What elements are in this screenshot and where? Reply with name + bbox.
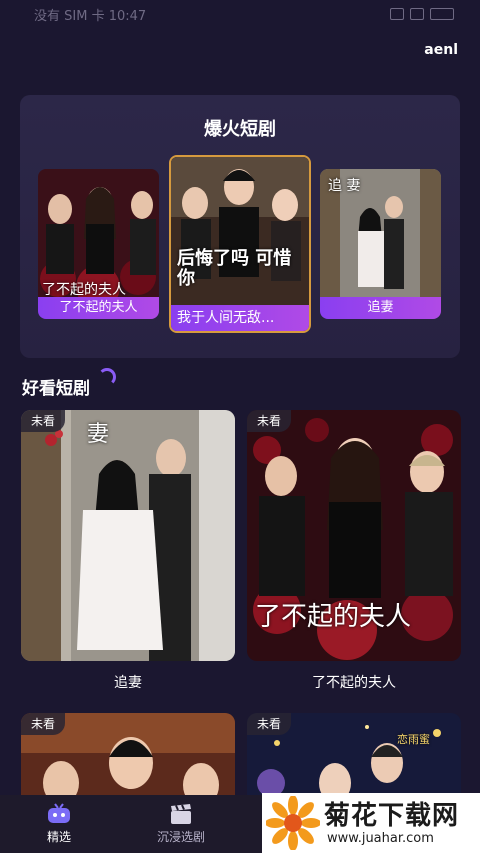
watermark-url: www.juahar.com <box>327 830 434 846</box>
unwatched-badge: 未看 <box>21 713 66 735</box>
drama-caption[interactable]: 了不起的夫人 <box>247 672 461 692</box>
hot-card-label: 了不起的夫人 <box>38 297 159 319</box>
drama-caption[interactable]: 追妻 <box>21 672 235 692</box>
hot-dramas-title: 爆火短剧 <box>204 119 276 140</box>
user-name[interactable]: aenl <box>424 42 458 58</box>
poster-image <box>21 410 235 661</box>
poster-title: 妻 <box>87 422 110 447</box>
hot-card-right[interactable]: 追 妻 追妻 <box>320 169 441 319</box>
unwatched-badge: 未看 <box>21 410 66 432</box>
status-icons <box>390 8 454 20</box>
poster-image <box>38 169 159 297</box>
hot-card-label: 追妻 <box>320 297 441 319</box>
drama-card-zhuiqi[interactable]: 妻 未看 <box>21 410 235 661</box>
wifi-icon <box>410 8 424 20</box>
poster-title: 了不起的夫人 <box>42 282 126 298</box>
hot-card-label: 我于人间无敌... <box>171 305 309 331</box>
unwatched-badge: 未看 <box>247 713 292 735</box>
hot-dramas-panel: 爆火短剧 了不起的夫人 了不起的夫人 后悔了吗 可惜你 我于人间无敌... 追 … <box>20 95 460 358</box>
tv-icon <box>48 803 70 823</box>
clapperboard-icon <box>171 804 191 824</box>
poster-title: 追 妻 <box>328 178 361 194</box>
poster-title: 后悔了吗 可惜你 <box>177 248 292 289</box>
poster-title: 了不起的夫人 <box>255 602 412 632</box>
nav-label: 精选 <box>46 830 71 844</box>
signal-icon <box>390 8 404 20</box>
site-watermark: 菊花下载网 www.juahar.com <box>262 793 480 853</box>
status-bar: 没有 SIM 卡 10:47 <box>0 0 480 28</box>
battery-icon <box>430 8 454 20</box>
recommend-section-title: 好看短剧 <box>22 379 90 399</box>
flower-logo-icon <box>266 796 320 850</box>
decorative-swirl-icon <box>98 368 116 386</box>
watermark-name: 菊花下载网 <box>324 800 460 831</box>
status-text: 没有 SIM 卡 10:47 <box>34 8 147 24</box>
unwatched-badge: 未看 <box>247 410 292 432</box>
poster-title: 恋雨蜜 <box>397 733 430 746</box>
hot-card-left[interactable]: 了不起的夫人 了不起的夫人 <box>38 169 159 319</box>
nav-label: 沉浸选剧 <box>156 830 205 844</box>
hot-card-center[interactable]: 后悔了吗 可惜你 我于人间无敌... <box>169 155 311 333</box>
nav-item-featured[interactable]: 精选 <box>14 803 104 845</box>
nav-item-immersive[interactable]: 沉浸选剧 <box>136 803 226 845</box>
drama-card-liaobuqi[interactable]: 了不起的夫人 未看 <box>247 410 461 661</box>
